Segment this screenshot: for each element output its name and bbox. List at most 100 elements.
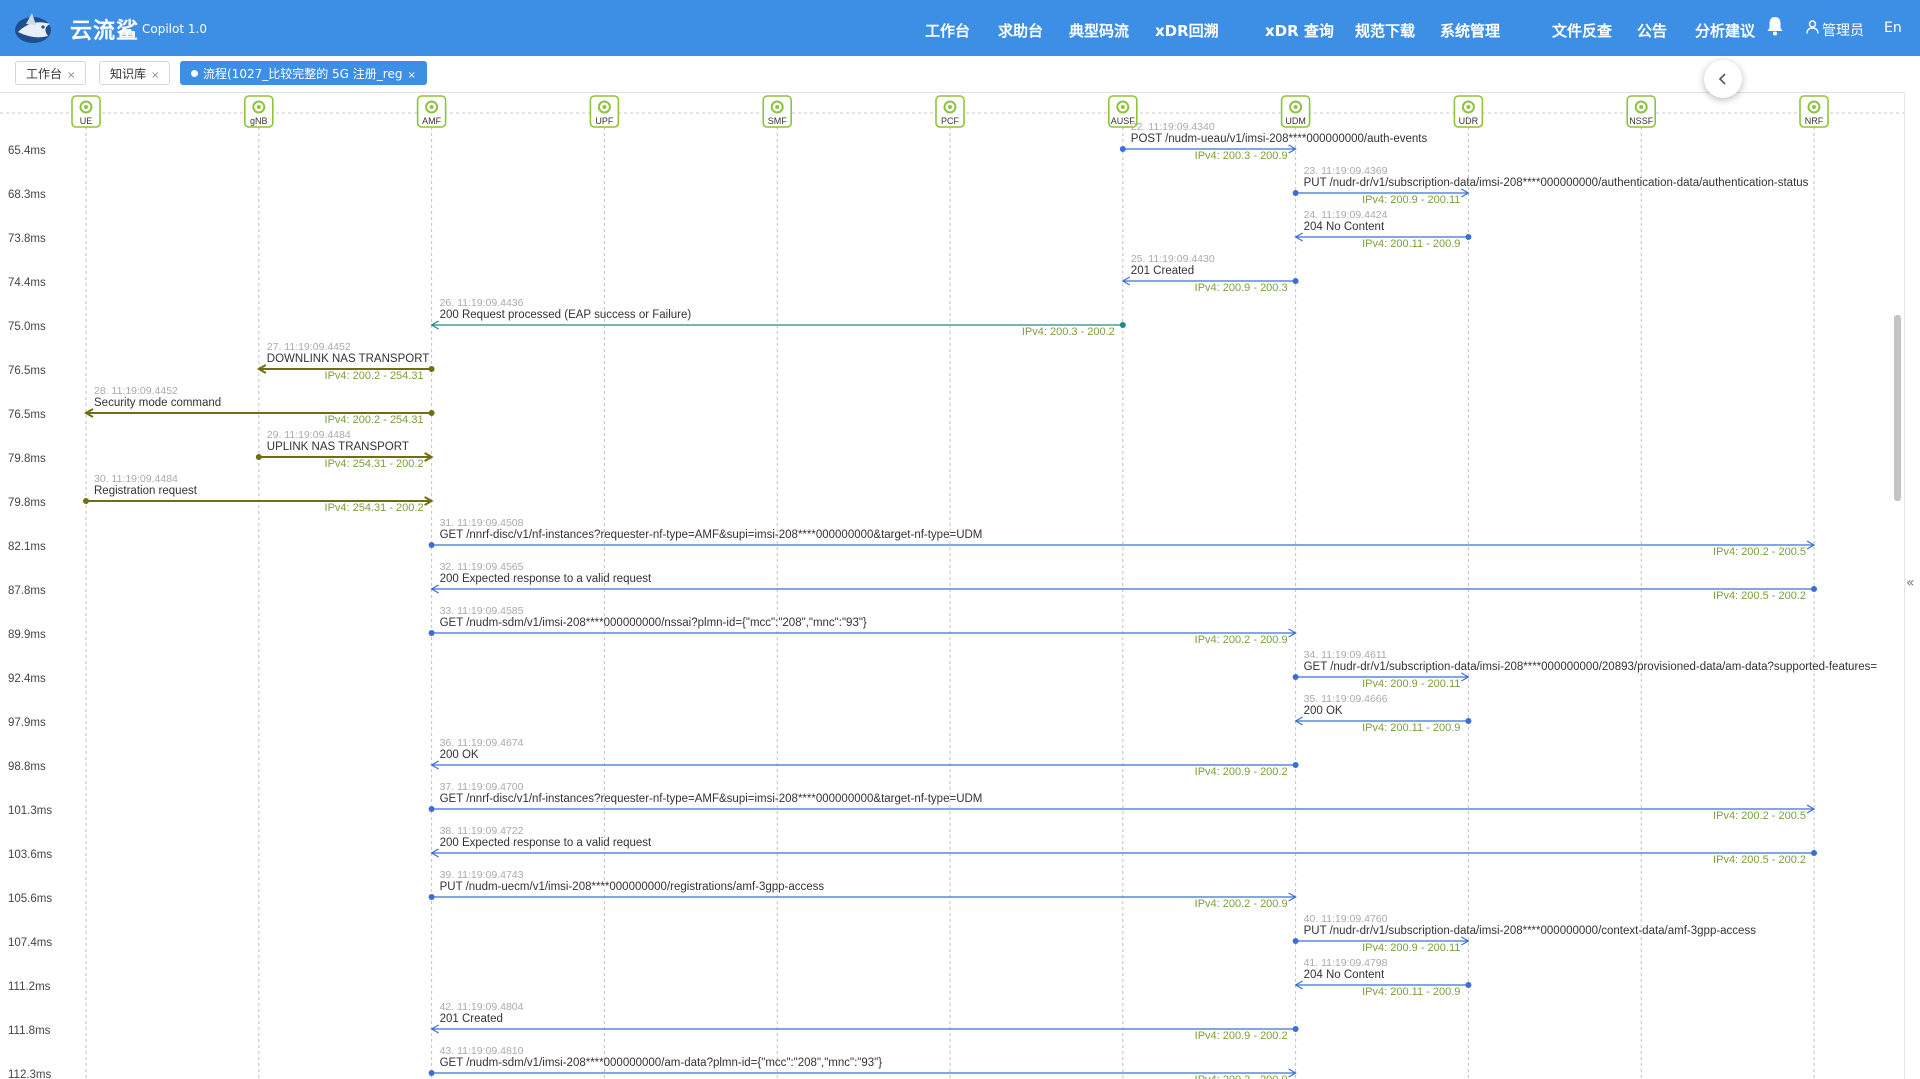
message-meta: 39. 11:19:09.4743: [440, 869, 524, 881]
user-menu[interactable]: 管理员: [1822, 20, 1864, 40]
message-label[interactable]: PUT /nudm-uecm/v1/imsi-208****000000000/…: [440, 881, 825, 893]
message-label[interactable]: GET /nudm-sdm/v1/imsi-208****000000000/n…: [440, 617, 867, 629]
message-time-label: 76.5ms: [8, 365, 46, 377]
message-meta: 36. 11:19:09.4674: [440, 737, 524, 749]
message-ip-label: IPv4: 254.31 - 200.2: [325, 458, 424, 470]
message-label[interactable]: DOWNLINK NAS TRANSPORT: [267, 353, 430, 365]
message-time-label: 111.8ms: [8, 1025, 51, 1037]
message-meta: 28. 11:19:09.4452: [94, 385, 178, 397]
tab-flow[interactable]: 流程(1027_比较完整的 5G 注册_reg ×: [180, 61, 427, 85]
entity-label-udr: UDR: [1459, 116, 1479, 126]
message-time-label: 68.3ms: [8, 189, 46, 201]
message-time-label: 73.8ms: [8, 233, 46, 245]
message-label[interactable]: 200 OK: [440, 749, 479, 761]
nav-file-lookup[interactable]: 文件反查: [1552, 20, 1612, 41]
message-time-label: 89.9ms: [8, 629, 46, 641]
entity-label-udm: UDM: [1285, 116, 1306, 126]
message-label[interactable]: UPLINK NAS TRANSPORT: [267, 441, 409, 453]
message-meta: 26. 11:19:09.4436: [440, 297, 524, 309]
message-origin-dot: [1811, 850, 1817, 856]
nav-help-desk[interactable]: 求助台: [998, 20, 1043, 41]
message-origin-dot: [1119, 322, 1126, 328]
close-icon[interactable]: ×: [407, 70, 415, 81]
language-switch[interactable]: En: [1884, 20, 1902, 36]
message-origin-dot: [1292, 674, 1299, 680]
nav-analysis-suggestions[interactable]: 分析建议: [1695, 20, 1755, 41]
tab-label: 知识库: [110, 67, 147, 81]
message-label[interactable]: GET /nudm-sdm/v1/imsi-208****000000000/a…: [440, 1057, 883, 1069]
brand-version: Copilot 1.0: [142, 22, 207, 36]
message-ip-label: IPv4: 200.2 - 254.31: [325, 370, 424, 382]
message-label[interactable]: POST /nudm-ueau/v1/imsi-208****000000000…: [1131, 133, 1428, 145]
message-ip-label: IPv4: 200.2 - 200.5: [1713, 546, 1806, 558]
message-time-label: 92.4ms: [8, 673, 46, 685]
message-time-label: 103.6ms: [8, 849, 52, 861]
nav-system-management[interactable]: 系统管理: [1440, 20, 1500, 41]
message-label[interactable]: 200 OK: [1304, 705, 1343, 717]
nav-xdr-query[interactable]: xDR 查询: [1265, 20, 1334, 41]
tab-knowledge-base[interactable]: 知识库 ×: [99, 61, 171, 85]
nav-spec-download[interactable]: 规范下载: [1355, 20, 1415, 41]
entity-glyph-icon: [602, 105, 607, 109]
chevron-left-icon: [1718, 73, 1726, 85]
message-time-label: 82.1ms: [8, 541, 46, 553]
message-label[interactable]: 204 No Content: [1304, 221, 1385, 233]
entity-label-upf: UPF: [595, 116, 614, 126]
message-origin-dot: [1292, 278, 1299, 284]
nav-typical-streams[interactable]: 典型码流: [1069, 20, 1129, 41]
message-label[interactable]: Registration request: [94, 485, 198, 497]
nav-xdr-backtrace[interactable]: xDR回溯: [1155, 20, 1219, 41]
close-icon[interactable]: ×: [67, 70, 75, 81]
tab-workbench[interactable]: 工作台 ×: [15, 61, 87, 85]
bell-icon[interactable]: [1766, 16, 1784, 36]
nav-announcements[interactable]: 公告: [1637, 20, 1667, 41]
message-ip-label: IPv4: 200.11 - 200.9: [1362, 986, 1460, 998]
message-origin-dot: [1292, 190, 1299, 196]
entity-label-gnb: gNB: [250, 116, 268, 126]
message-origin-dot: [1292, 1026, 1299, 1032]
message-time-label: 79.8ms: [8, 453, 46, 465]
user-icon: [1806, 20, 1819, 34]
message-label[interactable]: 200 Expected response to a valid request: [440, 573, 652, 585]
message-label[interactable]: 201 Created: [440, 1013, 503, 1025]
message-label[interactable]: PUT /nudr-dr/v1/subscription-data/imsi-2…: [1304, 177, 1809, 189]
active-dot-icon: [191, 70, 198, 77]
message-label[interactable]: GET /nnrf-disc/v1/nf-instances?requester…: [440, 793, 983, 805]
message-label[interactable]: 200 Request processed (EAP success or Fa…: [440, 309, 692, 321]
message-origin-dot: [428, 1070, 435, 1076]
message-origin-dot: [1119, 146, 1126, 152]
close-icon[interactable]: ×: [151, 70, 159, 81]
message-label[interactable]: PUT /nudr-dr/v1/subscription-data/imsi-2…: [1304, 925, 1757, 937]
message-ip-label: IPv4: 200.3 - 200.9: [1195, 150, 1288, 162]
nav-workbench[interactable]: 工作台: [925, 20, 970, 41]
message-time-label: 112.3ms: [8, 1069, 52, 1079]
message-meta: 30. 11:19:09.4484: [94, 473, 178, 485]
message-label[interactable]: 201 Created: [1131, 265, 1194, 277]
message-origin-dot: [428, 630, 435, 636]
message-meta: 24. 11:19:09.4424: [1304, 209, 1388, 221]
message-label[interactable]: Security mode command: [94, 397, 221, 409]
message-meta: 32. 11:19:09.4565: [440, 561, 524, 573]
message-meta: 43. 11:19:09.4810: [440, 1045, 524, 1057]
message-label[interactable]: 204 No Content: [1304, 969, 1385, 981]
collapse-panel-button[interactable]: [1704, 60, 1742, 98]
message-ip-label: IPv4: 200.11 - 200.9: [1362, 238, 1460, 250]
vertical-scrollbar[interactable]: [1894, 315, 1901, 501]
message-time-label: 105.6ms: [8, 893, 52, 905]
shark-logo-icon[interactable]: [12, 10, 54, 46]
message-ip-label: IPv4: 200.3 - 200.2: [1022, 326, 1115, 338]
entity-glyph-icon: [1293, 105, 1298, 109]
message-label[interactable]: 200 Expected response to a valid request: [440, 837, 652, 849]
double-chevron-left-icon[interactable]: «: [1906, 575, 1915, 591]
message-time-label: 76.5ms: [8, 409, 46, 421]
message-meta: 35. 11:19:09.4666: [1304, 693, 1388, 705]
message-label[interactable]: GET /nudr-dr/v1/subscription-data/imsi-2…: [1304, 661, 1878, 673]
entity-label-smf: SMF: [768, 116, 788, 126]
message-origin-dot: [1292, 762, 1299, 768]
message-label[interactable]: GET /nnrf-disc/v1/nf-instances?requester…: [440, 529, 983, 541]
entity-glyph-icon: [429, 105, 434, 109]
message-ip-label: IPv4: 200.5 - 200.2: [1713, 854, 1806, 866]
message-time-label: 101.3ms: [8, 805, 52, 817]
message-time-label: 65.4ms: [8, 145, 46, 157]
top-navigation-bar: 云流鲨 Copilot 1.0 工作台 求助台 典型码流 xDR回溯 xDR 查…: [0, 0, 1920, 56]
